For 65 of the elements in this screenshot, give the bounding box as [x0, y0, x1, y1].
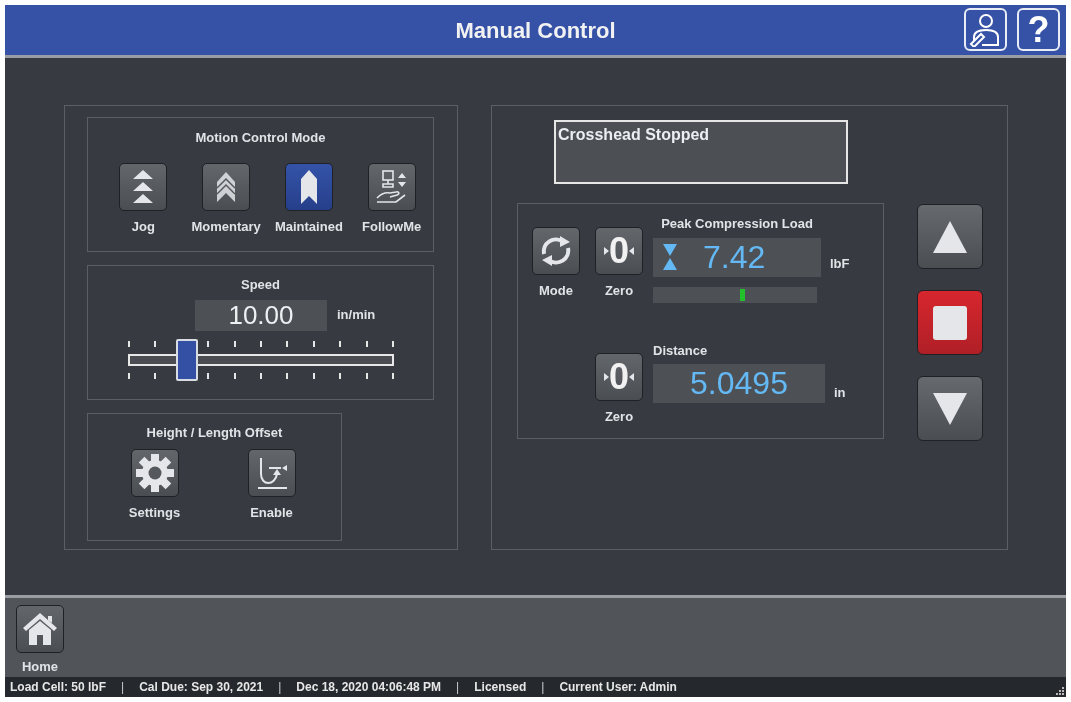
left-triangle-icon	[604, 372, 609, 381]
unit-label: in/min	[337, 306, 376, 325]
status-text: Current User: Admin	[559, 679, 677, 696]
stop-button[interactable]	[917, 290, 983, 355]
button-label: Jog	[131, 217, 155, 236]
offset-button[interactable]	[247, 448, 296, 497]
zero-button[interactable]: 0	[595, 352, 643, 401]
up-triangle-icon	[933, 220, 967, 253]
mode-button[interactable]	[532, 227, 580, 275]
bookmark-arrow-icon	[300, 169, 317, 204]
left-triangle-icon	[604, 247, 609, 255]
mode-button[interactable]	[119, 162, 168, 211]
button-label: FollowMe	[362, 217, 422, 236]
unit-label: lbF	[830, 255, 850, 273]
slider-thumb[interactable]	[175, 338, 198, 381]
chevron-stack-icon	[217, 171, 236, 202]
speed-slider[interactable]	[128, 338, 394, 381]
status-text: Load Cell: 50 lbF	[10, 679, 106, 696]
monitor-hand-icon	[375, 169, 408, 204]
circular-arrows-icon	[539, 234, 573, 268]
help-button[interactable]: ?	[1017, 8, 1060, 51]
gear-icon	[134, 452, 175, 493]
button-label: Momentary	[191, 217, 261, 236]
section-title: Height / Length Offset	[145, 424, 284, 442]
unit-label: in	[834, 383, 846, 402]
separator: |	[121, 679, 125, 696]
separator: |	[541, 679, 545, 696]
square-icon	[933, 305, 967, 340]
jog-up-button[interactable]	[917, 204, 983, 269]
status-text: Cal Due: Sep 30, 2021	[139, 679, 264, 696]
window-title: Manual Control	[455, 16, 616, 45]
load-readout: 7.42	[653, 237, 821, 277]
resize-grip-icon	[1056, 687, 1064, 695]
status-message: Crosshead Stopped	[554, 120, 848, 184]
offset-button[interactable]	[130, 448, 179, 497]
zero-button[interactable]: 0	[595, 227, 643, 275]
mode-button[interactable]	[284, 162, 333, 211]
button-label: Maintained	[274, 217, 343, 236]
down-triangle-icon	[933, 392, 967, 425]
triple-triangle-icon	[133, 169, 154, 204]
status-text: Licensed	[474, 679, 527, 696]
speed-value: 10.00	[195, 299, 327, 331]
section-title: Speed	[240, 276, 281, 294]
status-text: Dec 18, 2020 04:06:48 PM	[296, 679, 442, 696]
button-label: Zero	[604, 282, 634, 300]
distance-readout: 5.0495	[653, 364, 825, 403]
right-triangle-icon	[629, 247, 634, 255]
separator: |	[278, 679, 282, 696]
button-label: Settings	[128, 503, 181, 522]
readout-title: Distance	[653, 341, 709, 360]
right-triangle-icon	[629, 372, 634, 381]
home-button[interactable]	[16, 605, 64, 653]
section-title: Motion Control Mode	[194, 129, 327, 147]
button-label: Mode	[539, 282, 573, 300]
house-icon	[23, 613, 57, 645]
user-edit-button[interactable]	[964, 8, 1007, 51]
button-label: Enable	[250, 503, 293, 522]
button-label: Zero	[604, 407, 634, 426]
button-label: Home	[21, 658, 59, 676]
hourglass-icon	[663, 244, 677, 270]
mode-button[interactable]	[202, 162, 251, 211]
jog-down-button[interactable]	[917, 376, 983, 441]
mode-button[interactable]	[367, 162, 416, 211]
separator: |	[456, 679, 460, 696]
readout-title: Peak Compression Load	[660, 215, 814, 233]
